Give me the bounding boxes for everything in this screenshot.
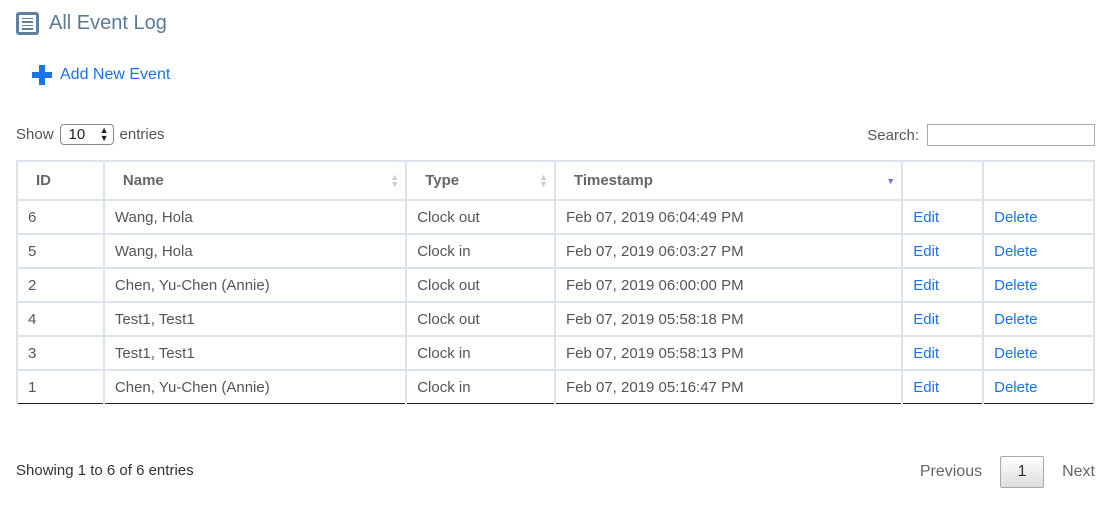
table-row: 1 Chen, Yu-Chen (Annie) Clock in Feb 07, 20… <box>16 369 1095 404</box>
page-1-button[interactable]: 1 <box>1000 456 1045 488</box>
pagination: Previous 1 Next <box>920 456 1095 488</box>
cell-edit: Edit <box>901 267 985 303</box>
cell-type: Clock in <box>405 369 556 404</box>
cell-id: 2 <box>16 267 105 303</box>
cell-type: Clock out <box>405 199 556 235</box>
cell-delete: Delete <box>982 233 1095 269</box>
previous-button[interactable]: Previous <box>920 463 982 481</box>
column-label: Timestamp <box>573 172 653 189</box>
show-label: Show <box>16 126 54 143</box>
cell-type: Clock out <box>405 267 556 303</box>
cell-edit: Edit <box>901 199 985 235</box>
column-header-id[interactable]: ID <box>16 160 105 201</box>
cell-id: 3 <box>16 335 105 371</box>
cell-type: Clock out <box>405 301 556 337</box>
event-log-table: ID Name ▲ ▼ Type ▲ ▼ Timestamp ▼ 6 Wang, Hola Cloc… <box>16 160 1095 404</box>
table-row: 3 Test1, Test1 Clock in Feb 07, 2019 05:58:… <box>16 335 1095 371</box>
edit-link[interactable]: Edit <box>913 209 939 226</box>
delete-link[interactable]: Delete <box>994 209 1037 226</box>
column-header-action-4 <box>901 160 985 201</box>
delete-link[interactable]: Delete <box>994 345 1037 362</box>
cell-timestamp: Feb 07, 2019 05:16:47 PM <box>553 369 904 404</box>
entries-value: 10 <box>68 126 86 143</box>
cell-name: Test1, Test1 <box>102 301 408 337</box>
cell-timestamp: Feb 07, 2019 06:00:00 PM <box>553 267 904 303</box>
document-list-icon <box>16 12 39 35</box>
cell-delete: Delete <box>982 301 1095 337</box>
add-new-event-button[interactable]: Add New Event <box>32 65 170 85</box>
table-row: 6 Wang, Hola Clock out Feb 07, 2019 06:04:4… <box>16 199 1095 235</box>
cell-name: Test1, Test1 <box>102 335 408 371</box>
cell-id: 4 <box>16 301 105 337</box>
page-title: All Event Log <box>49 12 167 34</box>
search-label: Search: <box>867 126 919 144</box>
cell-edit: Edit <box>901 335 985 371</box>
column-header-action-5 <box>982 160 1095 201</box>
cell-name: Chen, Yu-Chen (Annie) <box>102 267 408 303</box>
cell-id: 6 <box>16 199 105 235</box>
table-row: 4 Test1, Test1 Clock out Feb 07, 2019 05:58… <box>16 301 1095 337</box>
cell-id: 1 <box>16 369 105 404</box>
column-header-type[interactable]: Type ▲ ▼ <box>405 160 556 201</box>
cell-name: Wang, Hola <box>102 199 408 235</box>
sort-icon: ▲ ▼ <box>390 172 400 189</box>
entries-label: entries <box>119 126 165 143</box>
delete-link[interactable]: Delete <box>994 311 1037 328</box>
edit-link[interactable]: Edit <box>913 311 939 328</box>
page-header: All Event Log <box>16 12 167 35</box>
cell-edit: Edit <box>901 233 985 269</box>
cell-delete: Delete <box>982 335 1095 371</box>
cell-type: Clock in <box>405 233 556 269</box>
cell-edit: Edit <box>901 301 985 337</box>
cell-edit: Edit <box>901 369 985 404</box>
edit-link[interactable]: Edit <box>913 379 939 396</box>
table-info: Showing 1 to 6 of 6 entries <box>16 462 194 479</box>
delete-link[interactable]: Delete <box>994 277 1037 294</box>
edit-link[interactable]: Edit <box>913 345 939 362</box>
cell-timestamp: Feb 07, 2019 06:04:49 PM <box>553 199 904 235</box>
add-new-event-label: Add New Event <box>60 66 171 83</box>
column-label: Type <box>425 172 460 189</box>
cell-id: 5 <box>16 233 105 269</box>
cell-type: Clock in <box>405 335 556 371</box>
delete-link[interactable]: Delete <box>994 243 1037 260</box>
cell-delete: Delete <box>982 199 1095 235</box>
cell-name: Wang, Hola <box>102 233 408 269</box>
edit-link[interactable]: Edit <box>913 243 939 260</box>
sort-icon: ▲ ▼ <box>539 172 548 189</box>
edit-link[interactable]: Edit <box>913 277 939 294</box>
column-header-name[interactable]: Name ▲ ▼ <box>102 160 408 201</box>
cell-timestamp: Feb 07, 2019 05:58:13 PM <box>553 335 904 371</box>
entries-select[interactable]: 10 ▲ ▼ <box>59 124 114 145</box>
table-row: 2 Chen, Yu-Chen (Annie) Clock out Feb 07, 2… <box>16 267 1095 303</box>
search-input[interactable] <box>927 124 1095 146</box>
plus-icon <box>32 65 52 85</box>
column-header-timestamp[interactable]: Timestamp ▼ <box>553 160 904 201</box>
table-row: 5 Wang, Hola Clock in Feb 07, 2019 06:03:27… <box>16 233 1095 269</box>
cell-delete: Delete <box>982 267 1095 303</box>
cell-name: Chen, Yu-Chen (Annie) <box>102 369 408 404</box>
next-button[interactable]: Next <box>1062 463 1095 481</box>
column-label: Name <box>122 172 164 189</box>
search-control: Search: <box>867 124 1095 146</box>
cell-delete: Delete <box>982 369 1095 404</box>
sort-desc-icon: ▼ <box>886 176 896 186</box>
column-label: ID <box>36 172 51 189</box>
updown-icon: ▲ ▼ <box>99 125 109 143</box>
delete-link[interactable]: Delete <box>994 379 1037 396</box>
cell-timestamp: Feb 07, 2019 05:58:18 PM <box>553 301 904 337</box>
entries-length-control: Show 10 ▲ ▼ entries <box>16 124 165 145</box>
cell-timestamp: Feb 07, 2019 06:03:27 PM <box>553 233 904 269</box>
